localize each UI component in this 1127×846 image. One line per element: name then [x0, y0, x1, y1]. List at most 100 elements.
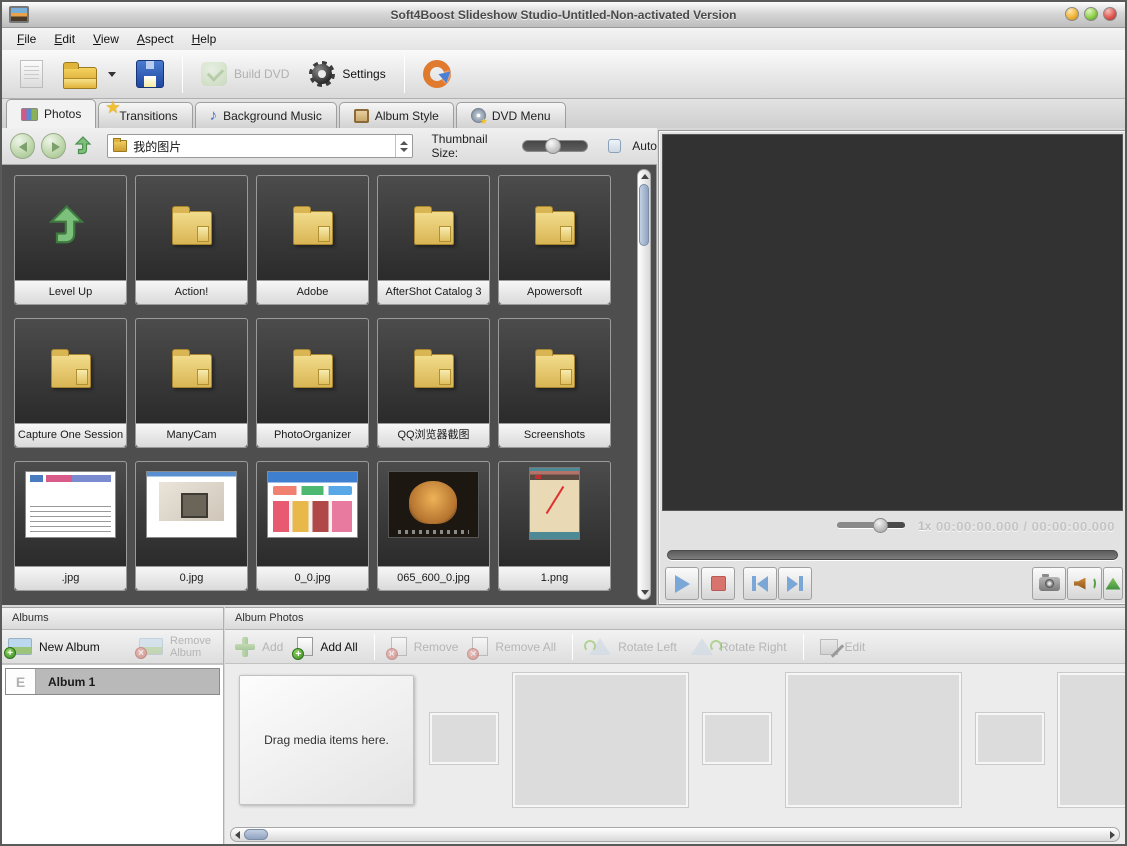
- image-thumbnail: [25, 471, 116, 538]
- scroll-left-icon[interactable]: [235, 831, 240, 839]
- folder-icon: [535, 354, 575, 388]
- new-album-button[interactable]: + New Album: [8, 638, 100, 655]
- scrollbar-thumb[interactable]: [244, 829, 268, 840]
- forward-button[interactable]: [41, 133, 66, 159]
- rotate-left-button[interactable]: Rotate Left: [589, 638, 677, 655]
- file-tile-folder[interactable]: Apowersoft: [498, 175, 611, 305]
- tab-background-music[interactable]: ♪ Background Music: [195, 102, 337, 128]
- auto-checkbox[interactable]: [608, 139, 622, 153]
- file-tile-label: Adobe: [257, 280, 368, 304]
- file-tile-image[interactable]: 0.jpg: [135, 461, 248, 591]
- photo-placeholder: [1058, 673, 1125, 807]
- menu-file[interactable]: File: [8, 30, 45, 48]
- tab-album-style[interactable]: Album Style: [339, 102, 454, 128]
- file-tile-folder[interactable]: Screenshots: [498, 318, 611, 448]
- thumbnail-size-slider[interactable]: [522, 140, 588, 152]
- scroll-right-icon[interactable]: [1110, 831, 1115, 839]
- tab-photos[interactable]: Photos: [6, 99, 96, 128]
- settings-button[interactable]: Settings: [299, 53, 395, 95]
- menu-edit[interactable]: Edit: [45, 30, 84, 48]
- file-tile-folder[interactable]: PhotoOrganizer: [256, 318, 369, 448]
- menu-view[interactable]: View: [84, 30, 128, 48]
- forward-arrow-icon: [52, 142, 60, 152]
- slider-thumb[interactable]: [545, 138, 561, 154]
- scrollbar-thumb[interactable]: [639, 184, 649, 246]
- document-icon: ×: [391, 637, 407, 656]
- drop-zone[interactable]: Drag media items here.: [239, 675, 414, 805]
- file-tile-folder[interactable]: Capture One Session: [14, 318, 127, 448]
- next-button[interactable]: [778, 567, 812, 600]
- browser-vertical-scrollbar[interactable]: [637, 169, 651, 600]
- stop-button[interactable]: [701, 567, 735, 600]
- tab-transitions[interactable]: Transitions: [98, 102, 192, 128]
- albums-panel: Albums + New Album × Remove Album E: [2, 607, 224, 844]
- add-button[interactable]: Add: [235, 637, 283, 657]
- tab-album-style-label: Album Style: [375, 109, 439, 123]
- open-dropdown-caret-icon[interactable]: [108, 72, 116, 77]
- photo-placeholder: [430, 713, 498, 764]
- file-tile-folder[interactable]: AfterShot Catalog 3: [377, 175, 490, 305]
- file-tile-image[interactable]: 065_600_0.jpg: [377, 461, 490, 591]
- album-photos-horizontal-scrollbar[interactable]: [230, 827, 1120, 842]
- help-button[interactable]: [413, 53, 461, 95]
- up-level-button[interactable]: [72, 133, 97, 159]
- remove-album-button[interactable]: × Remove Album: [139, 635, 211, 659]
- edit-button[interactable]: Edit: [820, 639, 866, 655]
- minimize-button[interactable]: [1065, 7, 1079, 21]
- toolbar-separator: [374, 634, 375, 660]
- add-all-button[interactable]: + Add All: [297, 637, 357, 656]
- remove-button[interactable]: × Remove: [391, 637, 459, 656]
- file-tile-image[interactable]: 0_0.jpg: [256, 461, 369, 591]
- file-tile-label: 065_600_0.jpg: [378, 566, 489, 590]
- speed-slider-thumb[interactable]: [873, 518, 888, 533]
- file-tile-label: PhotoOrganizer: [257, 423, 368, 447]
- save-project-button[interactable]: [126, 53, 174, 95]
- maximize-button[interactable]: [1084, 7, 1098, 21]
- spinner-down-icon[interactable]: [400, 148, 408, 152]
- file-tile-folder[interactable]: QQ浏览器截图: [377, 318, 490, 448]
- build-dvd-button[interactable]: Build DVD: [191, 53, 299, 95]
- album-picture-icon: +: [8, 638, 32, 655]
- file-tile-folder[interactable]: ManyCam: [135, 318, 248, 448]
- speed-slider[interactable]: [837, 522, 905, 529]
- file-tile-folder[interactable]: Adobe: [256, 175, 369, 305]
- toolbar-separator: [572, 634, 573, 660]
- plus-badge-icon: +: [292, 648, 304, 660]
- back-button[interactable]: [10, 133, 35, 159]
- scroll-up-icon[interactable]: [641, 174, 649, 179]
- spinner-up-icon[interactable]: [400, 141, 408, 145]
- open-project-button[interactable]: [53, 53, 126, 95]
- volume-button[interactable]: [1067, 567, 1102, 600]
- file-tile-up[interactable]: Level Up: [14, 175, 127, 305]
- rotate-right-button[interactable]: Rotate Right: [691, 638, 787, 655]
- new-project-button[interactable]: [10, 53, 53, 95]
- path-dropdown[interactable]: 我的图片: [107, 134, 413, 158]
- remove-all-button[interactable]: × Remove All: [472, 637, 556, 656]
- close-button[interactable]: [1103, 7, 1117, 21]
- document-icon: ×: [472, 637, 488, 656]
- album-initial: E: [6, 669, 36, 694]
- toolbar-separator: [803, 634, 804, 660]
- albums-header: Albums: [2, 608, 223, 630]
- seek-bar[interactable]: [667, 550, 1118, 560]
- tab-transitions-label: Transitions: [119, 109, 177, 123]
- snapshot-button[interactable]: [1032, 567, 1066, 600]
- play-button[interactable]: [665, 567, 699, 600]
- menu-help[interactable]: Help: [183, 30, 226, 48]
- file-tile-label: 0_0.jpg: [257, 566, 368, 590]
- preview-panel: 1x 00:00:00.000 / 00:00:00.000: [658, 130, 1127, 605]
- menu-aspect[interactable]: Aspect: [128, 30, 183, 48]
- tab-dvd-menu[interactable]: DVD Menu: [456, 102, 566, 128]
- file-tile-image[interactable]: .jpg: [14, 461, 127, 591]
- volume-popup-button[interactable]: [1103, 567, 1123, 600]
- previous-button[interactable]: [743, 567, 777, 600]
- file-tile-folder[interactable]: Action!: [135, 175, 248, 305]
- file-tile-label: Action!: [136, 280, 247, 304]
- file-tile-image[interactable]: 1.png: [498, 461, 611, 591]
- scroll-down-icon[interactable]: [641, 590, 649, 595]
- path-spinner[interactable]: [395, 135, 412, 157]
- album-list-item[interactable]: E Album 1: [5, 668, 220, 695]
- save-floppy-icon: [136, 60, 164, 88]
- auto-label: Auto: [632, 139, 657, 153]
- image-thumbnail: [388, 471, 479, 538]
